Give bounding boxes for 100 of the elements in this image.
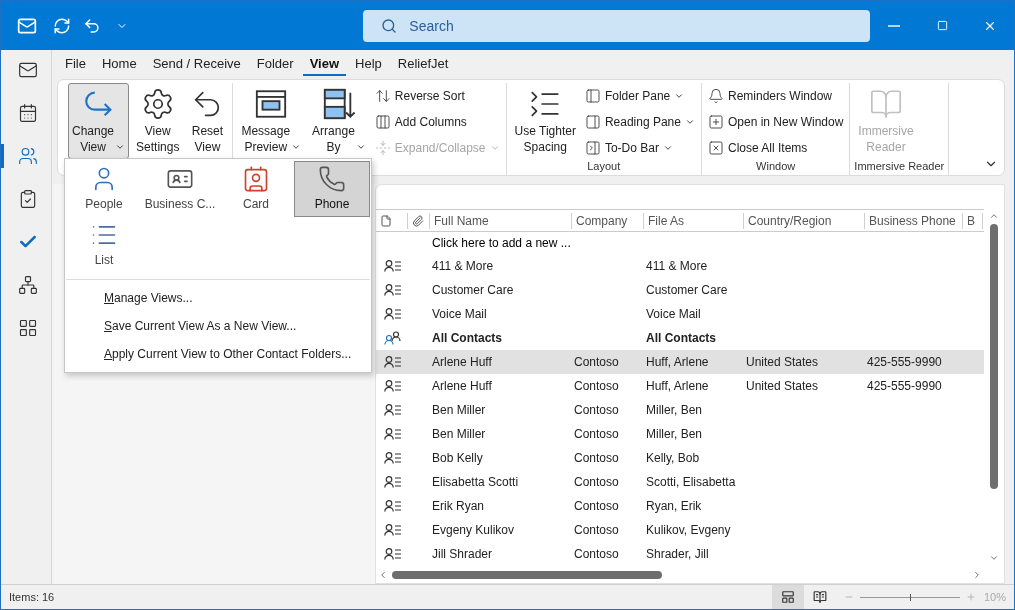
- contact-icon: [384, 308, 402, 320]
- ribbon-tab[interactable]: File: [58, 53, 93, 76]
- attachment-icon: [412, 214, 424, 227]
- table-cell: Customer Care: [646, 283, 728, 297]
- scroll-up-icon[interactable]: [989, 211, 999, 221]
- menu-item[interactable]: Apply Current View to Other Contact Folders...: [66, 340, 370, 368]
- contact-icon: [384, 356, 402, 368]
- table-row[interactable]: All Contacts All Contacts: [376, 326, 984, 350]
- scroll-right-icon[interactable]: [972, 570, 982, 580]
- table-cell: Elisabetta Scotti: [432, 475, 519, 489]
- ribbon-tab[interactable]: Folder: [249, 53, 301, 76]
- view-mode-button[interactable]: [772, 585, 804, 609]
- table-cell: 411 & More: [646, 259, 708, 273]
- ribbon-button[interactable]: Reset View: [186, 83, 229, 159]
- table-cell: Bob Kelly: [432, 451, 483, 465]
- view-option[interactable]: List: [66, 217, 142, 273]
- mail-icon: [17, 60, 38, 80]
- scrollbar-thumb[interactable]: [990, 224, 998, 489]
- column-header[interactable]: Company: [572, 212, 644, 229]
- ribbon-button[interactable]: Arrange By: [308, 83, 370, 159]
- ribbon-button[interactable]: Use Tighter Spacing: [510, 83, 580, 159]
- button-label: Immersive Reader: [858, 123, 914, 155]
- search-field[interactable]: Search: [363, 9, 870, 42]
- table-cell: Erik Ryan: [432, 499, 484, 513]
- ribbon-tab[interactable]: View: [302, 53, 347, 76]
- minimize-icon: [888, 24, 900, 27]
- ribbon-tab[interactable]: Send / Receive: [145, 53, 248, 76]
- zoom-slider[interactable]: [860, 592, 960, 602]
- column-header[interactable]: Country/Region: [744, 212, 865, 229]
- scroll-left-icon[interactable]: [378, 570, 388, 580]
- ribbon-tab[interactable]: Home: [94, 53, 144, 76]
- normal-view-icon: [781, 590, 795, 604]
- table-row[interactable]: Ben Miller Contoso Miller, Ben: [376, 422, 984, 446]
- ribbon-button[interactable]: Folder Pane: [582, 85, 697, 107]
- caret-icon: [674, 91, 685, 101]
- table-row[interactable]: Bob Kelly Contoso Kelly, Bob: [376, 446, 984, 470]
- table-cell: Voice Mail: [646, 307, 701, 321]
- table-row[interactable]: Arlene Huff Contoso Huff, Arlene United States 425-555-9990: [376, 350, 984, 374]
- table-row[interactable]: Elisabetta Scotti Contoso Scotti, Elisabetta: [376, 470, 984, 494]
- ribbon-button[interactable]: To-Do Bar: [582, 137, 697, 159]
- table-row[interactable]: Ben Miller Contoso Miller, Ben: [376, 398, 984, 422]
- table-cell: Shrader, Jill: [646, 547, 709, 561]
- table-cell: Contoso: [574, 499, 619, 513]
- ribbon-button[interactable]: Close All Items: [705, 137, 846, 159]
- scroll-down-icon[interactable]: [989, 553, 999, 563]
- table-cell: United States: [746, 379, 819, 393]
- table-cell: Evgeny Kulikov: [432, 523, 515, 537]
- caret-icon: [355, 142, 366, 152]
- column-header[interactable]: B: [963, 212, 983, 229]
- menu-item[interactable]: Manage Views...: [66, 284, 370, 312]
- button-label: View Settings: [136, 123, 180, 155]
- message-preview-icon: [254, 87, 289, 121]
- table-row[interactable]: Evgeny Kulikov Contoso Kulikov, Evgeny: [376, 518, 984, 542]
- undo-icon[interactable]: [82, 16, 101, 35]
- sync-icon[interactable]: [52, 16, 71, 35]
- table-row[interactable]: Voice Mail Voice Mail: [376, 302, 984, 326]
- caret-icon: [115, 142, 126, 152]
- view-option[interactable]: Card: [218, 161, 294, 217]
- table-row[interactable]: Jill Shrader Contoso Shrader, Jill: [376, 542, 984, 566]
- ribbon-button[interactable]: Change View: [68, 83, 130, 159]
- close-items-icon: [707, 140, 724, 156]
- table-cell: Scotti, Elisabetta: [646, 475, 736, 489]
- view-option[interactable]: People: [66, 161, 142, 217]
- calendar-icon: [17, 103, 38, 123]
- sort-arrows-icon: [374, 88, 391, 104]
- scrollbar-thumb[interactable]: [392, 571, 662, 579]
- column-header[interactable]: Full Name: [430, 212, 572, 229]
- ribbon-button[interactable]: Open in New Window: [705, 111, 846, 133]
- ribbon-tab[interactable]: ReliefJet: [390, 53, 456, 76]
- phone-icon: [318, 165, 346, 193]
- contact-icon: [384, 476, 402, 488]
- apps-icon: [17, 318, 38, 338]
- ribbon-button[interactable]: Reminders Window: [705, 85, 846, 107]
- ribbon-button[interactable]: View Settings: [132, 83, 184, 159]
- table-cell: Contoso: [574, 523, 619, 537]
- table-row[interactable]: Erik Ryan Contoso Ryan, Erik: [376, 494, 984, 518]
- view-option[interactable]: Business C...: [142, 161, 218, 217]
- view-option[interactable]: Phone: [294, 161, 370, 217]
- ribbon-button[interactable]: Add Columns: [372, 111, 502, 133]
- item-type-icon: [380, 214, 392, 227]
- to-do-bar-icon: [584, 140, 601, 156]
- table-row[interactable]: 411 & More 411 & More: [376, 254, 984, 278]
- table-cell: Jill Shrader: [432, 547, 493, 561]
- people-icon: [17, 146, 38, 166]
- table-cell: Voice Mail: [432, 307, 487, 321]
- column-header[interactable]: File As: [644, 212, 744, 229]
- menu-item[interactable]: Save Current View As a New View...: [66, 312, 370, 340]
- ribbon-tab[interactable]: Help: [348, 53, 389, 76]
- new-item-prompt[interactable]: Click here to add a new ...: [432, 234, 571, 252]
- column-header[interactable]: Business Phone: [865, 212, 963, 229]
- table-cell: Huff, Arlene: [646, 355, 709, 369]
- table-row[interactable]: Arlene Huff Contoso Huff, Arlene United States 425-555-9990: [376, 374, 984, 398]
- group-label: Window: [755, 159, 797, 174]
- table-cell: Contoso: [574, 547, 619, 561]
- ribbon-button[interactable]: Message Preview: [237, 83, 306, 159]
- table-cell: Customer Care: [432, 283, 514, 297]
- arrange-icon: [321, 87, 356, 121]
- ribbon-button[interactable]: Reading Pane: [582, 111, 697, 133]
- table-row[interactable]: Customer Care Customer Care: [376, 278, 984, 302]
- ribbon-button[interactable]: Reverse Sort: [372, 85, 502, 107]
